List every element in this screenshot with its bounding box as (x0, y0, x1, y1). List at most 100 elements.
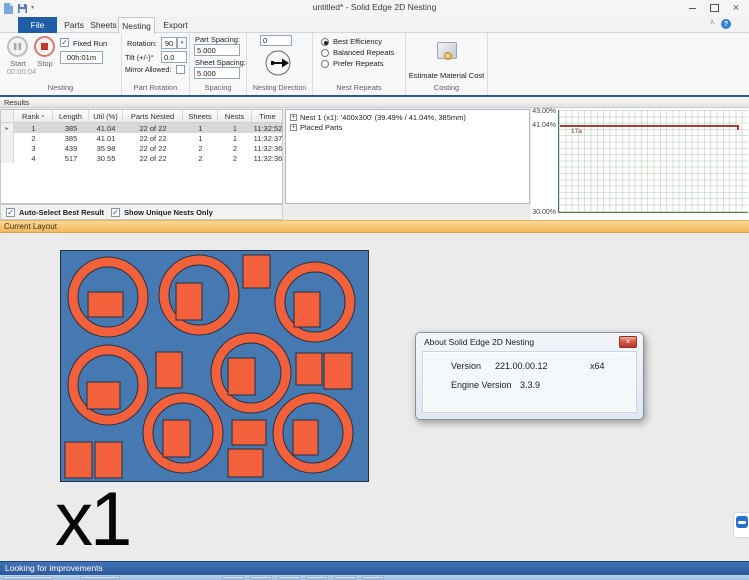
taskbar-item[interactable] (80, 576, 120, 579)
taskbar-item[interactable] (362, 576, 384, 579)
table-cell: 41.01 (89, 133, 123, 143)
row-selector[interactable] (1, 133, 14, 143)
taskbar-item[interactable] (278, 576, 300, 579)
utilization-chart: 43.00%41.04%30.00% 17a (531, 108, 749, 220)
minimize-button[interactable] (681, 0, 703, 16)
radio-icon[interactable] (321, 49, 329, 57)
nested-part-rect[interactable] (232, 420, 266, 445)
fixed-run-checkbox[interactable]: ✓ (60, 38, 69, 47)
taskbar-item[interactable] (334, 576, 356, 579)
radio-icon[interactable] (321, 38, 329, 46)
nested-part-rect[interactable] (293, 420, 318, 455)
auto-select-option[interactable]: ✓ Auto-Select Best Result (6, 208, 104, 217)
estimate-cost-button[interactable]: Estimate Material Cost (406, 71, 487, 80)
ribbon-group-spacing: Part Spacing: 5.000 Sheet Spacing: 5.000… (190, 33, 247, 95)
table-row[interactable]: 238541.0122 of 221111:32:37 (1, 133, 282, 143)
taskbar-item[interactable] (222, 576, 244, 579)
nested-part-rect[interactable] (228, 449, 263, 477)
direction-arrow-icon[interactable] (263, 48, 293, 78)
radio-option-prefer-repeats[interactable]: Prefer Repeats (321, 59, 383, 68)
nested-part-rect[interactable] (324, 353, 352, 389)
engine-version-value: 3.3.9 (520, 380, 540, 390)
table-cell: 2 (183, 143, 218, 153)
nested-part-rect[interactable] (294, 292, 320, 327)
nested-part-rect[interactable] (88, 292, 123, 317)
taskbar-item[interactable] (250, 576, 272, 579)
tab-sheets[interactable]: Sheets (88, 17, 119, 33)
nest-tree-panel: Nest 1 (x1): '400x300' (39.49% / 41.04%,… (285, 109, 530, 204)
help-icon[interactable] (721, 19, 731, 29)
stop-button[interactable] (34, 36, 55, 57)
tilt-field[interactable]: 0.0 (161, 51, 187, 63)
auto-select-label: Auto-Select Best Result (19, 208, 104, 217)
nested-part-rect[interactable] (87, 382, 120, 409)
about-dialog: About Solid Edge 2D Nesting Version 221.… (415, 332, 644, 420)
nested-part-rect[interactable] (176, 283, 202, 320)
table-cell: 517 (53, 153, 89, 163)
radio-option-balanced-repeats[interactable]: Balanced Repeats (321, 48, 394, 57)
remote-access-popup[interactable] (733, 512, 749, 538)
column-header[interactable]: Rank (14, 110, 53, 123)
tree-item[interactable]: Nest 1 (x1): '400x300' (39.49% / 41.04%,… (286, 112, 529, 122)
mirror-allowed-checkbox[interactable] (176, 65, 185, 74)
row-selector[interactable]: ▸ (1, 123, 14, 133)
sheet-spacing-field[interactable]: 5.000 (194, 67, 240, 79)
column-header[interactable]: Length (53, 110, 89, 123)
tab-export[interactable]: Export (157, 17, 194, 33)
row-selector[interactable] (1, 143, 14, 153)
part-spacing-field[interactable]: 5.000 (194, 44, 240, 56)
rotation-value-field[interactable]: 90 (161, 37, 177, 49)
tab-nesting[interactable]: Nesting (118, 17, 155, 34)
remote-access-icon[interactable] (736, 516, 748, 528)
nested-part-rect[interactable] (156, 352, 182, 388)
ribbon: Start Stop ✓ Fixed Run 00h:01m 00:00:04 … (0, 33, 749, 95)
auto-select-checkbox[interactable]: ✓ (6, 208, 15, 217)
radio-icon[interactable] (321, 60, 329, 68)
nesting-direction-field[interactable]: 0 (260, 35, 292, 46)
table-row[interactable]: ▸138541.0422 of 221111:32:52 (1, 123, 282, 133)
table-cell: 3 (14, 143, 53, 153)
taskbar-item[interactable] (3, 576, 53, 579)
expand-icon[interactable] (290, 114, 297, 121)
stop-icon (41, 43, 48, 50)
start-button[interactable] (7, 36, 28, 57)
taskbar-item[interactable] (306, 576, 328, 579)
column-header[interactable]: Sheets (183, 110, 218, 123)
close-button[interactable] (725, 0, 747, 16)
ribbon-group-nesting-direction: 0 Nesting Direction (247, 33, 313, 95)
results-header-row: RankLengthUtil (%)Parts NestedSheetsNest… (1, 110, 282, 123)
nested-part-rect[interactable] (163, 420, 190, 457)
tree-item[interactable]: Placed Parts (286, 122, 529, 132)
nested-part-rect[interactable] (243, 255, 270, 288)
collapse-ribbon-icon[interactable] (711, 19, 715, 26)
show-unique-option[interactable]: ✓ Show Unique Nests Only (111, 208, 213, 217)
ribbon-tab-row: FilePartsSheetsNestingExport (0, 17, 749, 33)
tab-file[interactable]: File (18, 17, 57, 33)
radio-option-best-efficiency[interactable]: Best Efficiency (321, 37, 382, 46)
row-selector[interactable] (1, 153, 14, 163)
nested-part-rect[interactable] (296, 353, 322, 385)
group-label-spacing: Spacing (190, 83, 246, 92)
nested-part-rect[interactable] (65, 442, 92, 478)
table-cell: 30.55 (89, 153, 123, 163)
about-close-button[interactable] (619, 336, 637, 348)
nesting-sheet[interactable] (60, 250, 369, 482)
nested-part-rect[interactable] (95, 442, 122, 478)
table-row[interactable]: 451730.5522 of 222211:32:36 (1, 153, 282, 163)
table-cell: 385 (53, 123, 89, 133)
tilt-label: Tilt (+/-)° (125, 53, 154, 62)
column-header[interactable]: Time (252, 110, 283, 123)
fixed-run-label: Fixed Run (73, 39, 107, 48)
column-header[interactable]: Parts Nested (123, 110, 183, 123)
column-header[interactable]: Nests (218, 110, 252, 123)
show-unique-checkbox[interactable]: ✓ (111, 208, 120, 217)
expand-icon[interactable] (290, 124, 297, 131)
utilization-line (560, 125, 739, 127)
run-time-field[interactable]: 00h:01m (60, 51, 103, 64)
rotation-dropdown-icon[interactable] (177, 37, 187, 49)
column-header[interactable]: Util (%) (89, 110, 123, 123)
nested-part-rect[interactable] (228, 358, 255, 395)
restore-button[interactable] (703, 0, 725, 16)
table-row[interactable]: 343935.9822 of 222211:32:36 (1, 143, 282, 153)
tab-parts[interactable]: Parts (60, 17, 88, 33)
